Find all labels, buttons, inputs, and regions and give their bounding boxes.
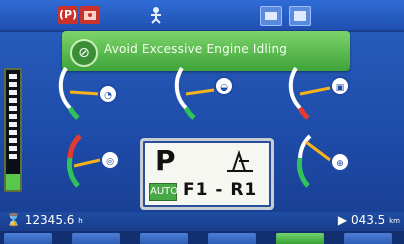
person-icon	[146, 6, 166, 24]
shift-mode-icon	[227, 149, 253, 172]
softkey-5[interactable]	[276, 233, 324, 244]
camera-icon[interactable]	[260, 6, 282, 26]
odometer: ▶ 043.5 km	[310, 213, 400, 228]
softkey-row	[0, 231, 404, 244]
hour-unit: h	[78, 216, 83, 225]
svg-text:⊕: ⊕	[336, 159, 344, 169]
no-idle-icon: ⊘	[70, 39, 98, 67]
svg-text:◎: ◎	[106, 157, 114, 167]
hydraulic-oil-gauge: ◒	[172, 64, 242, 134]
transmission-panel: P AUTO F1 - R1	[140, 138, 274, 210]
auto-mode-badge: AUTO	[149, 183, 178, 201]
odometer-icon: ▶	[337, 213, 348, 227]
softkey-3[interactable]	[140, 233, 188, 244]
svg-text:◒: ◒	[220, 83, 228, 93]
status-bar: ⌛ 12345.6 h ▶ 043.5 km	[0, 212, 404, 230]
hour-icon: ⌛	[6, 213, 21, 227]
softkey-2[interactable]	[72, 233, 120, 244]
machine-display: (P) ⊘ Avoid Excessive Engine Idling ◔ ◒ …	[0, 0, 404, 244]
svg-text:▣: ▣	[336, 83, 345, 93]
softkey-4[interactable]	[208, 233, 256, 244]
fuel-level-gauge: ▣	[286, 64, 356, 134]
odometer-value: 043.5	[350, 213, 386, 227]
softkey-6[interactable]	[344, 233, 392, 244]
transmission-temp-gauge: ◎	[56, 132, 126, 202]
hour-meter: ⌛ 12345.6 h	[6, 213, 98, 228]
odometer-unit: km	[389, 216, 400, 225]
warning-icon-bar: (P)	[0, 0, 404, 32]
engine-load-bar	[4, 68, 22, 192]
parking-brake-icon: (P)	[58, 6, 78, 24]
engine-coolant-gauge: ◔	[56, 64, 126, 134]
gear-indicator: P	[155, 144, 176, 177]
def-level-gauge: ⊕	[286, 132, 356, 202]
screen-icon[interactable]	[289, 6, 311, 26]
engine-warning-icon	[80, 6, 100, 24]
gear-range: F1 - R1	[183, 180, 258, 200]
hour-value: 12345.6	[24, 213, 75, 227]
softkey-1[interactable]	[4, 233, 52, 244]
alert-message: Avoid Excessive Engine Idling	[104, 42, 288, 56]
svg-text:◔: ◔	[104, 91, 112, 101]
